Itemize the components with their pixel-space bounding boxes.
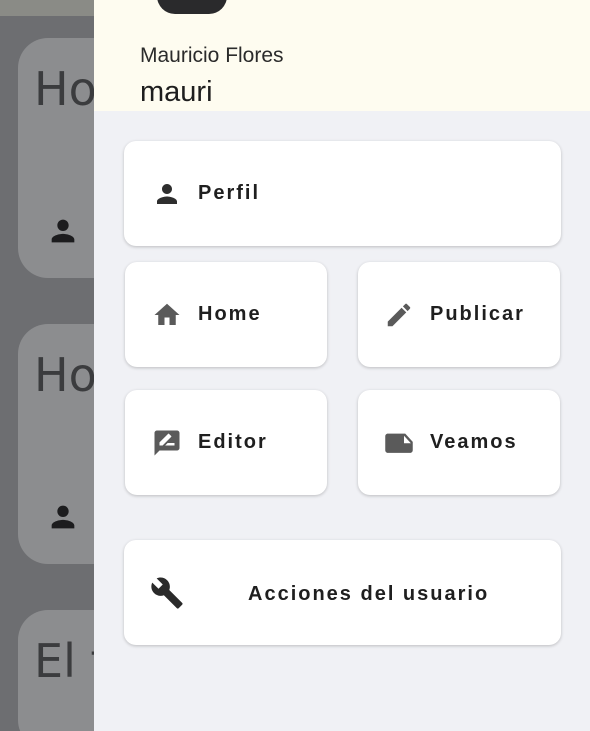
veamos-label: Veamos (430, 431, 518, 453)
pencil-icon (384, 300, 414, 330)
avatar[interactable] (157, 0, 227, 14)
rate-review-icon (152, 428, 182, 458)
perfil-label: Perfil (198, 182, 261, 204)
perfil-button[interactable]: Perfil (124, 141, 561, 246)
drawer-header: Mauricio Flores mauri (94, 0, 590, 111)
user-full-name: Mauricio Flores (140, 44, 284, 67)
person-icon (152, 179, 182, 209)
background-post-title: Ho (34, 348, 97, 402)
editor-label: Editor (198, 431, 268, 453)
home-button[interactable]: Home (125, 262, 327, 367)
publicar-label: Publicar (430, 303, 525, 325)
acciones-del-usuario-button[interactable]: Acciones del usuario (124, 540, 561, 645)
home-label: Home (198, 303, 262, 325)
acciones-del-usuario-label: Acciones del usuario (248, 583, 490, 605)
home-icon (152, 300, 182, 330)
background-post-title: Ho (34, 62, 97, 116)
person-icon (46, 500, 80, 534)
navigation-drawer: Mauricio Flores mauri Perfil Home Public… (94, 0, 590, 731)
sticky-note-icon (384, 428, 414, 458)
background-app-bar (0, 0, 94, 16)
person-icon (46, 214, 80, 248)
wrench-icon (150, 576, 184, 610)
user-handle: mauri (140, 76, 213, 108)
publicar-button[interactable]: Publicar (358, 262, 560, 367)
veamos-button[interactable]: Veamos (358, 390, 560, 495)
editor-button[interactable]: Editor (125, 390, 327, 495)
